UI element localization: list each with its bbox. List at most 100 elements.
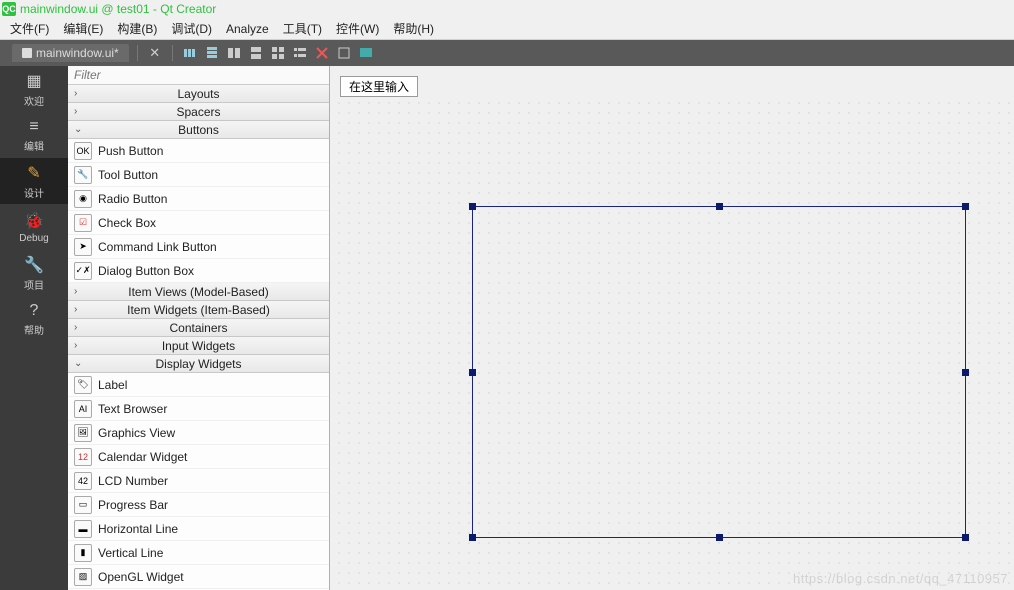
widget-icon: 🏷 (74, 376, 92, 394)
welcome-icon: ▦ (26, 71, 41, 91)
selection-rect[interactable] (472, 206, 966, 538)
widget-item[interactable]: 🔧 Tool Button (68, 163, 329, 187)
menu-debug[interactable]: 调试(D) (171, 20, 212, 37)
type-here-hint[interactable]: 在这里输入 (340, 76, 418, 97)
category-header[interactable]: ⌄Display Widgets (68, 355, 329, 373)
category-header[interactable]: ›Containers (68, 319, 329, 337)
widget-label: Text Browser (98, 402, 167, 416)
widget-icon: ▬ (74, 520, 92, 538)
mode-sidebar: ▦ 欢迎 ≡ 编辑 ✎ 设计 🐞 Debug 🔧 项目 ? 帮助 (0, 66, 68, 590)
widget-label: Check Box (98, 216, 156, 230)
widget-label: Tool Button (98, 168, 158, 182)
document-toolbar: mainwindow.ui* ✕ (0, 40, 1014, 66)
category-name: Layouts (68, 87, 329, 101)
mode-label: Debug (19, 233, 48, 244)
menu-file[interactable]: 文件(F) (10, 20, 49, 37)
resize-handle[interactable] (469, 369, 476, 376)
widget-item[interactable]: 🖼Graphics View (68, 421, 329, 445)
edit-icon: ≡ (29, 118, 38, 136)
close-tab-icon[interactable]: ✕ (146, 44, 164, 62)
widget-item[interactable]: ▭Progress Bar (68, 493, 329, 517)
widget-item[interactable]: ▬ Horizontal Line (68, 517, 329, 541)
layout-hbox-icon[interactable] (181, 44, 199, 62)
widget-item[interactable]: OK Push Button (68, 139, 329, 163)
open-file-tab[interactable]: mainwindow.ui* (12, 44, 129, 62)
mode-label: 帮助 (24, 322, 44, 337)
widget-item[interactable]: ➤Command Link Button (68, 235, 329, 259)
category-header[interactable]: ›Item Views (Model-Based) (68, 283, 329, 301)
widget-item[interactable]: ☑Check Box (68, 211, 329, 235)
widget-label: Vertical Line (98, 546, 163, 560)
layout-hsplit-icon[interactable] (225, 44, 243, 62)
menu-edit[interactable]: 编辑(E) (63, 20, 103, 37)
widget-label: LCD Number (98, 474, 168, 488)
widget-box: ›Layouts›Spacers⌄Buttons OK Push Button 🔧 To… (68, 66, 330, 590)
widget-item[interactable]: ◉Radio Button (68, 187, 329, 211)
menu-help[interactable]: 帮助(H) (393, 20, 434, 37)
mode-projects[interactable]: 🔧 项目 (0, 250, 68, 296)
resize-handle[interactable] (469, 203, 476, 210)
widget-label: Command Link Button (98, 240, 217, 254)
category-name: Spacers (68, 105, 329, 119)
widget-item[interactable]: ▨ OpenGL Widget (68, 565, 329, 589)
resize-handle[interactable] (962, 534, 969, 541)
menu-build[interactable]: 构建(B) (117, 20, 157, 37)
widget-label: OpenGL Widget (98, 570, 184, 584)
widget-label: Graphics View (98, 426, 175, 440)
widget-icon: ▮ (74, 544, 92, 562)
resize-handle[interactable] (962, 369, 969, 376)
mode-label: 设计 (24, 185, 44, 200)
mode-welcome[interactable]: ▦ 欢迎 (0, 66, 68, 112)
preview-icon[interactable] (357, 44, 375, 62)
widget-icon: ▭ (74, 496, 92, 514)
category-name: Display Widgets (68, 357, 329, 371)
window-title: mainwindow.ui @ test01 - Qt Creator (20, 2, 216, 16)
resize-handle[interactable] (469, 534, 476, 541)
mode-label: 欢迎 (24, 93, 44, 108)
mode-label: 项目 (24, 277, 44, 292)
wrench-icon: 🔧 (24, 255, 44, 275)
widget-icon: ▨ (74, 568, 92, 586)
resize-handle[interactable] (716, 534, 723, 541)
menu-widgets[interactable]: 控件(W) (336, 20, 379, 37)
widget-label: Push Button (98, 144, 163, 158)
category-header[interactable]: ›Item Widgets (Item-Based) (68, 301, 329, 319)
widget-item[interactable]: ▮ Vertical Line (68, 541, 329, 565)
resize-handle[interactable] (716, 203, 723, 210)
mode-help[interactable]: ? 帮助 (0, 296, 68, 342)
adjust-size-icon[interactable] (335, 44, 353, 62)
resize-handle[interactable] (962, 203, 969, 210)
layout-vsplit-icon[interactable] (247, 44, 265, 62)
mode-edit[interactable]: ≡ 编辑 (0, 112, 68, 158)
widget-item[interactable]: 🏷Label (68, 373, 329, 397)
menu-analyze[interactable]: Analyze (226, 22, 269, 36)
widget-item[interactable]: ✓✗Dialog Button Box (68, 259, 329, 283)
widget-item[interactable]: 12Calendar Widget (68, 445, 329, 469)
mode-design[interactable]: ✎ 设计 (0, 158, 68, 204)
layout-form-icon[interactable] (291, 44, 309, 62)
widget-icon: AI (74, 400, 92, 418)
mode-debug[interactable]: 🐞 Debug (0, 204, 68, 250)
widget-item[interactable]: 42LCD Number (68, 469, 329, 493)
layout-grid-icon[interactable] (269, 44, 287, 62)
category-name: Containers (68, 321, 329, 335)
menu-tools[interactable]: 工具(T) (283, 20, 322, 37)
category-header[interactable]: ›Layouts (68, 85, 329, 103)
widget-label: Horizontal Line (98, 522, 178, 536)
widget-label: Radio Button (98, 192, 167, 206)
separator (172, 45, 173, 61)
category-header[interactable]: ›Input Widgets (68, 337, 329, 355)
widget-icon: 🔧 (74, 166, 92, 184)
mode-label: 编辑 (24, 138, 44, 153)
layout-vbox-icon[interactable] (203, 44, 221, 62)
filter-input[interactable] (68, 66, 329, 85)
break-layout-icon[interactable] (313, 44, 331, 62)
category-header[interactable]: ›Spacers (68, 103, 329, 121)
category-name: Item Widgets (Item-Based) (68, 303, 329, 317)
widget-icon: OK (74, 142, 92, 160)
category-name: Item Views (Model-Based) (68, 285, 329, 299)
widget-item[interactable]: AI Text Browser (68, 397, 329, 421)
widget-icon: ✓✗ (74, 262, 92, 280)
category-header[interactable]: ⌄Buttons (68, 121, 329, 139)
design-canvas[interactable]: 在这里输入 https://blog.csdn.net/qq_47110957 (330, 66, 1014, 590)
